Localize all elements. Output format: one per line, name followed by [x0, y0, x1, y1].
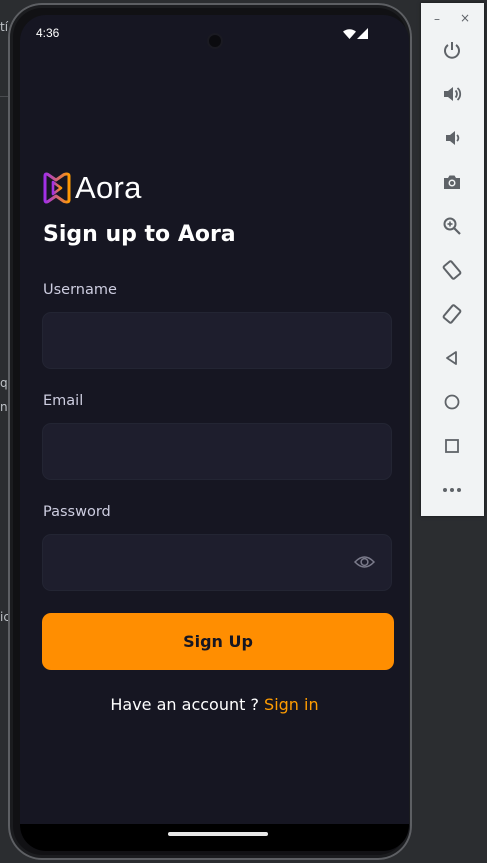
sign-in-link[interactable]: Sign in: [264, 695, 319, 714]
rotate-right-button[interactable]: [439, 301, 465, 327]
back-icon: [446, 351, 457, 365]
email-input[interactable]: [43, 424, 391, 479]
username-field[interactable]: [42, 312, 392, 369]
rotate-left-button[interactable]: [439, 257, 465, 283]
home-icon: [444, 394, 460, 410]
volume-up-button[interactable]: [439, 81, 465, 107]
navigation-bar: [20, 824, 409, 851]
status-bar: 4:36: [20, 15, 409, 51]
page-title: Sign up to Aora: [43, 222, 236, 247]
username-label: Username: [43, 282, 117, 298]
home-button[interactable]: [439, 389, 465, 415]
close-button[interactable]: ×: [460, 11, 470, 25]
power-button[interactable]: [439, 37, 465, 63]
username-input[interactable]: [43, 313, 391, 368]
camera-cutout: [209, 35, 221, 47]
ide-text-fragment: tí: [0, 20, 9, 34]
aora-logo-icon: [43, 172, 71, 204]
email-field[interactable]: [42, 423, 392, 480]
app-logo: Aora: [42, 170, 142, 206]
more-button[interactable]: [439, 477, 465, 503]
screenshot-button[interactable]: [439, 169, 465, 195]
zoom-button[interactable]: [439, 213, 465, 239]
rotate-right-icon: [442, 304, 462, 324]
status-time: 4:36: [36, 26, 60, 40]
more-icon: [443, 488, 461, 492]
wifi-icon: [343, 29, 356, 39]
logo-text: Aora: [75, 170, 142, 205]
zoom-icon: [443, 217, 461, 235]
device-screen: 4:36 Aora Sign up to Aora Username Email…: [20, 15, 409, 851]
minimize-button[interactable]: –: [434, 12, 440, 26]
sign-in-prompt: Have an account ? Sign in: [20, 695, 409, 714]
signal-icon: [357, 28, 368, 39]
home-indicator[interactable]: [168, 832, 268, 836]
eye-icon[interactable]: [354, 553, 375, 571]
volume-down-icon: [446, 131, 460, 145]
rotate-left-icon: [442, 260, 462, 280]
camera-icon: [444, 175, 460, 189]
password-input[interactable]: [43, 535, 391, 590]
password-field[interactable]: [42, 534, 392, 591]
power-icon: [444, 42, 460, 59]
emulator-phone-frame: 4:36 Aora Sign up to Aora Username Email…: [8, 3, 412, 860]
password-label: Password: [43, 504, 111, 520]
sign-up-button[interactable]: Sign Up: [42, 613, 394, 670]
back-button[interactable]: [439, 345, 465, 371]
volume-down-button[interactable]: [439, 125, 465, 151]
overview-button[interactable]: [439, 433, 465, 459]
ide-text-fragment: q: [0, 376, 8, 390]
have-account-text: Have an account ?: [110, 695, 265, 714]
email-label: Email: [43, 393, 84, 409]
emulator-toolbar: – ×: [421, 3, 484, 516]
volume-up-icon: [444, 87, 462, 101]
toolbar-window-controls: – ×: [421, 11, 484, 26]
overview-icon: [445, 439, 459, 453]
